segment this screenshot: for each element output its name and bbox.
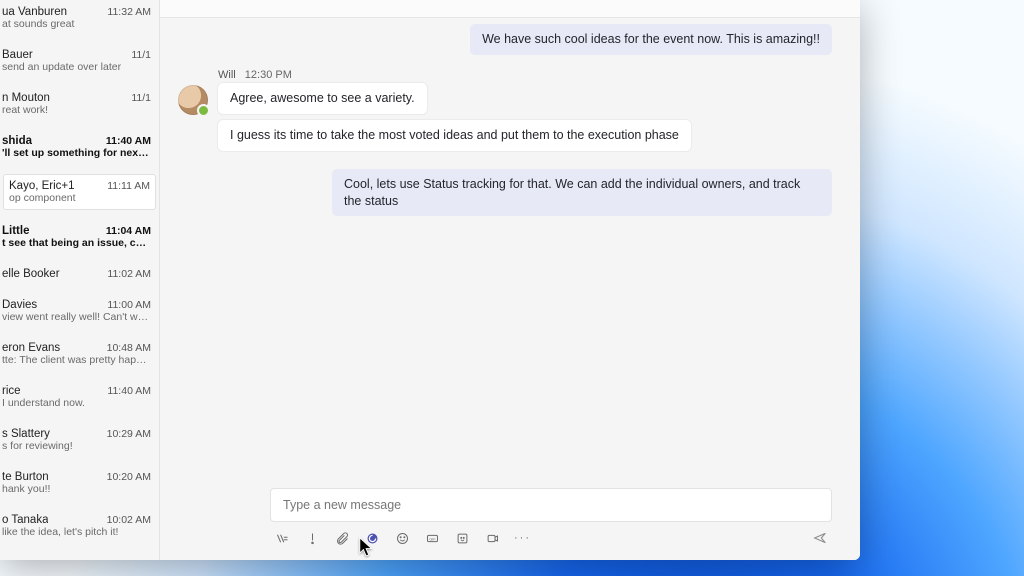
- chat-header: [160, 0, 860, 18]
- more-actions[interactable]: ···: [514, 532, 531, 544]
- compose-toolbar: GIF ···: [270, 530, 832, 546]
- chat-list-item[interactable]: shida11:40 AM 'll set up something for n…: [0, 129, 159, 165]
- priority-icon[interactable]: [304, 530, 320, 546]
- message-time: 12:30 PM: [245, 69, 292, 81]
- chat-main-panel: We have such cool ideas for the event no…: [160, 0, 860, 560]
- stream-icon[interactable]: [484, 530, 500, 546]
- chat-list-item[interactable]: eron Evans10:48 AM tte: The client was p…: [0, 336, 159, 372]
- chat-list-item[interactable]: ua Vanburen 11:32 AM at sounds great: [0, 0, 159, 36]
- incoming-message[interactable]: I guess its time to take the most voted …: [218, 120, 691, 151]
- loop-component-icon[interactable]: [364, 530, 380, 546]
- chat-preview: at sounds great: [2, 18, 151, 30]
- chat-list-item[interactable]: rice11:40 AM I understand now.: [0, 379, 159, 415]
- gif-icon[interactable]: GIF: [424, 530, 440, 546]
- outgoing-message[interactable]: We have such cool ideas for the event no…: [470, 24, 832, 55]
- message-input[interactable]: Type a new message: [270, 488, 832, 522]
- sender-name: Will: [218, 69, 236, 81]
- incoming-message-group: Will 12:30 PM Agree, awesome to see a va…: [178, 69, 832, 157]
- sticker-icon[interactable]: [454, 530, 470, 546]
- messages-area[interactable]: We have such cool ideas for the event no…: [160, 18, 860, 488]
- avatar[interactable]: [178, 85, 208, 115]
- send-button[interactable]: [812, 530, 828, 546]
- emoji-icon[interactable]: [394, 530, 410, 546]
- attach-icon[interactable]: [334, 530, 350, 546]
- format-icon[interactable]: [274, 530, 290, 546]
- chat-list-item[interactable]: o Tanaka10:02 AM like the idea, let's pi…: [0, 508, 159, 544]
- teams-chat-window: ua Vanburen 11:32 AM at sounds great Baue…: [0, 0, 860, 560]
- chat-list-item[interactable]: elle Booker11:02 AM: [0, 262, 159, 286]
- chat-list-item[interactable]: n Mouton11/1 reat work!: [0, 86, 159, 122]
- message-meta: Will 12:30 PM: [218, 69, 832, 81]
- chat-list-item[interactable]: Little11:04 AM t see that being an issue…: [0, 219, 159, 255]
- chat-name: ua Vanburen: [2, 6, 67, 18]
- chat-list-item-selected[interactable]: Kayo, Eric+111:11 AM op component: [3, 174, 156, 210]
- compose-area: Type a new message GIF ···: [160, 488, 860, 560]
- incoming-message[interactable]: Agree, awesome to see a variety.: [218, 83, 427, 114]
- outgoing-message[interactable]: Cool, lets use Status tracking for that.…: [332, 169, 832, 217]
- chat-list-item[interactable]: Davies11:00 AM view went really well! Ca…: [0, 293, 159, 329]
- chat-list-sidebar[interactable]: ua Vanburen 11:32 AM at sounds great Baue…: [0, 0, 160, 560]
- chat-time: 11:32 AM: [107, 6, 151, 18]
- svg-text:GIF: GIF: [429, 537, 436, 541]
- chat-list-item[interactable]: Bauer11/1 send an update over later: [0, 43, 159, 79]
- chat-list-item[interactable]: s Slattery10:29 AM s for reviewing!: [0, 422, 159, 458]
- chat-list-item[interactable]: te Burton10:20 AM hank you!!: [0, 465, 159, 501]
